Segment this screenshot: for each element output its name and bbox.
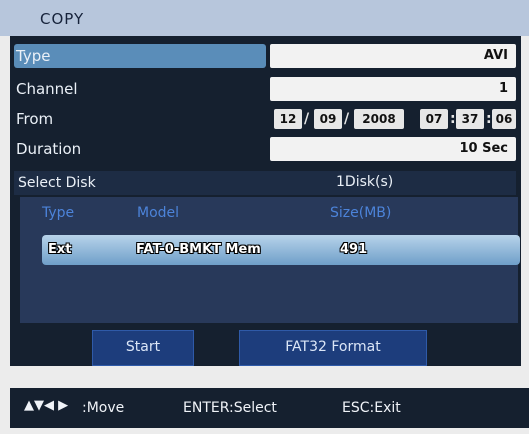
select-disk-header: Select Disk 1Disk(s) <box>14 171 516 195</box>
arrow-keys-icon: ▲▼◀ ▶ <box>24 398 69 413</box>
disk-model-cell: FAT-0-BMKT Mem <box>136 242 261 257</box>
from-hour-field[interactable]: 07 <box>420 109 448 129</box>
select-disk-label: Select Disk <box>18 175 96 191</box>
help-enter-select: ENTER:Select <box>183 400 277 416</box>
from-second-field[interactable]: 06 <box>492 109 516 129</box>
column-header-model: Model <box>137 205 180 221</box>
from-year-field[interactable]: 2008 <box>354 109 404 129</box>
column-header-type: Type <box>42 205 75 221</box>
time-separator: : <box>486 111 492 127</box>
duration-label: Duration <box>16 140 82 158</box>
date-separator: / <box>344 111 350 127</box>
type-label[interactable]: Type <box>14 44 266 68</box>
window-titlebar: COPY <box>0 0 529 36</box>
duration-value[interactable]: 10 Sec <box>270 137 516 161</box>
window-title: COPY <box>40 10 85 28</box>
from-minute-field[interactable]: 37 <box>456 109 484 129</box>
help-esc-exit: ESC:Exit <box>342 400 401 416</box>
type-value[interactable]: AVI <box>270 44 516 68</box>
disk-type-cell: Ext <box>48 242 72 257</box>
help-move: :Move <box>82 400 125 416</box>
from-day-field[interactable]: 09 <box>314 109 342 129</box>
from-datetime: 12 / 09 / 2008 07 : 37 : 06 <box>270 107 516 131</box>
disk-count: 1Disk(s) <box>336 174 394 190</box>
from-label: From <box>16 110 54 128</box>
channel-value[interactable]: 1 <box>270 77 516 101</box>
fat32-format-button[interactable]: FAT32 Format <box>239 330 427 366</box>
disk-list-row[interactable]: Ext FAT-0-BMKT Mem 491 <box>42 235 520 265</box>
start-button[interactable]: Start <box>92 330 194 366</box>
channel-label: Channel <box>16 80 78 98</box>
disk-size-cell: 491 <box>340 242 368 257</box>
column-header-size: Size(MB) <box>330 205 392 221</box>
help-bar: ▲▼◀ ▶ :Move ENTER:Select ESC:Exit <box>10 388 529 428</box>
disk-list-panel: Type Model Size(MB) Ext FAT-0-BMKT Mem 4… <box>20 197 520 323</box>
date-separator: / <box>304 111 310 127</box>
time-separator: : <box>450 111 456 127</box>
from-month-field[interactable]: 12 <box>274 109 302 129</box>
